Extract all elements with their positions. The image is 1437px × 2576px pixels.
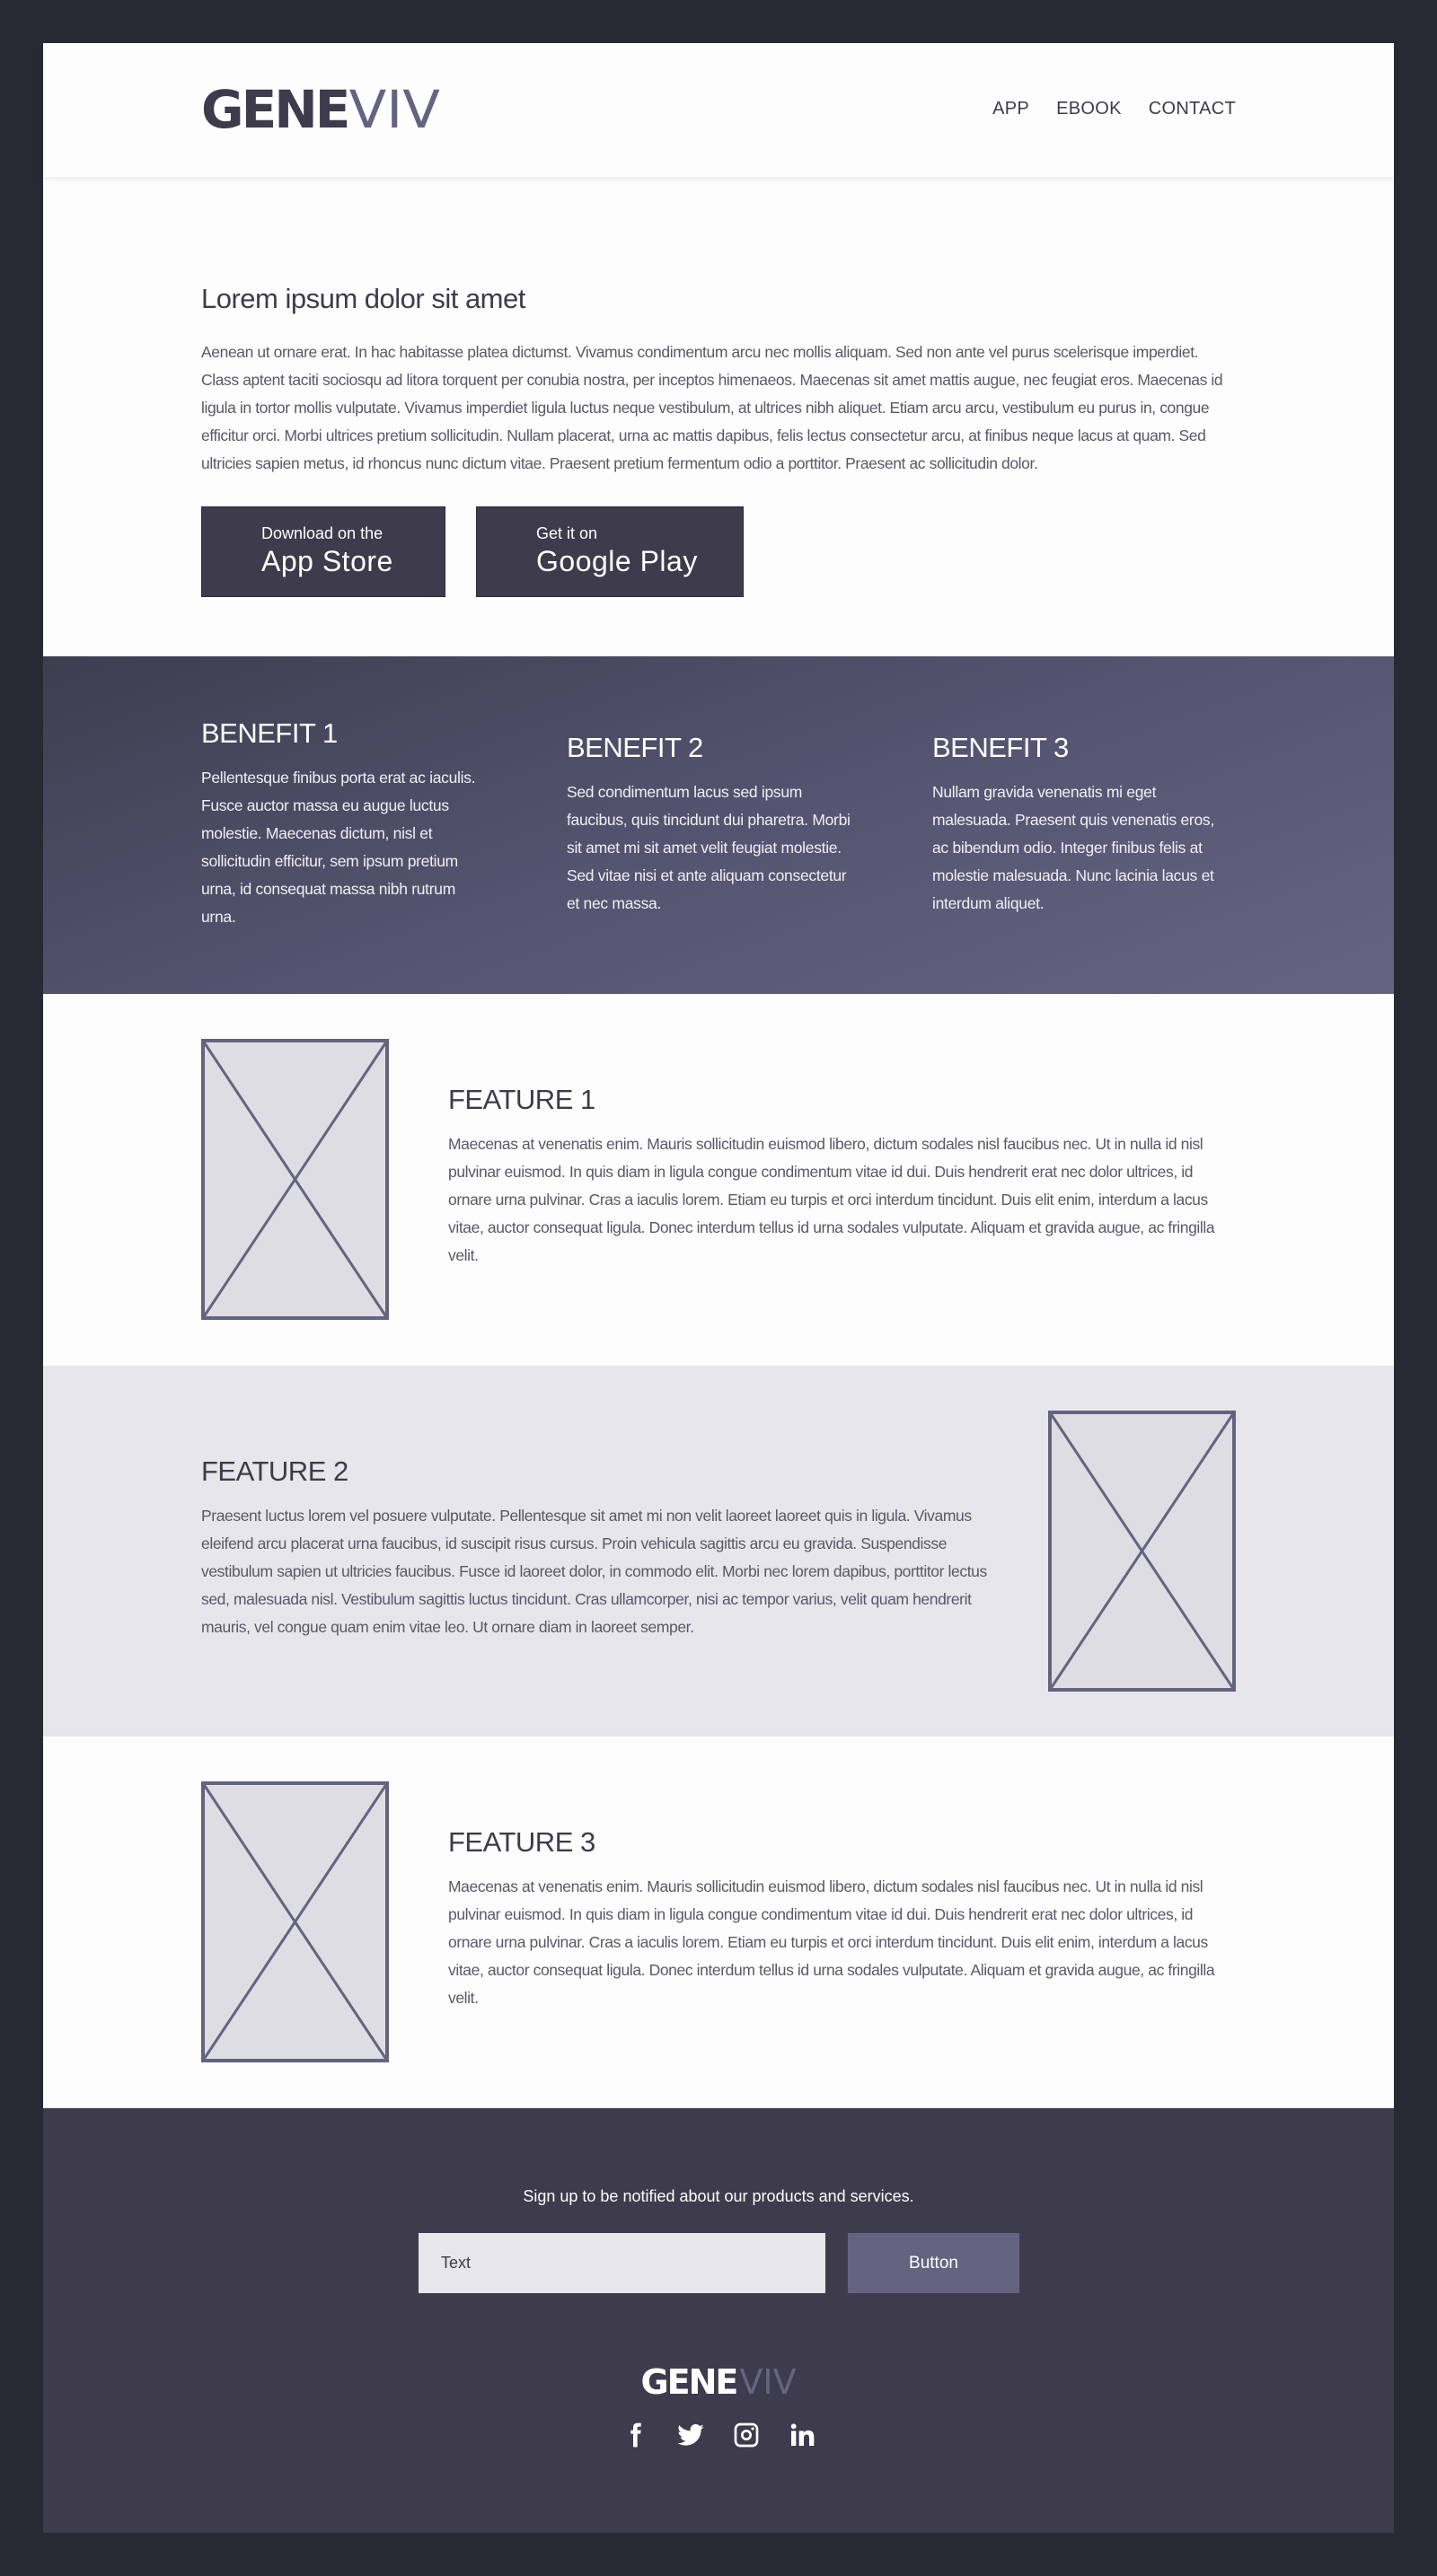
feature-title: FEATURE 2 <box>201 1455 348 1487</box>
feature-body: Praesent luctus lorem vel posuere vulput… <box>201 1507 987 1636</box>
benefit-3: BENEFIT 3 Nullam gravida venenatis mi eg… <box>932 732 1220 918</box>
app-store-small-label: Download on the <box>261 524 383 542</box>
logo-part-gene: GENE <box>201 79 350 140</box>
logo-part-gene: GENE <box>640 2362 738 2402</box>
image-placeholder-icon <box>201 1039 389 1320</box>
feature-text: FEATURE 3 Maecenas at venenatis enim. Ma… <box>448 1826 1239 2012</box>
benefit-body: Nullam gravida venenatis mi eget malesua… <box>932 783 1214 912</box>
google-play-button[interactable]: Get it on Google Play <box>476 506 744 597</box>
feature-title: FEATURE 1 <box>448 1084 595 1115</box>
instagram-icon[interactable] <box>732 2420 761 2450</box>
twitter-icon[interactable] <box>676 2420 705 2450</box>
benefit-title: BENEFIT 1 <box>201 717 338 749</box>
benefit-2: BENEFIT 2 Sed condimentum lacus sed ipsu… <box>567 732 854 918</box>
nav-ebook[interactable]: EBOOK <box>1056 99 1122 119</box>
benefit-body: Sed condimentum lacus sed ipsum faucibus… <box>567 783 851 912</box>
social-links <box>43 2420 1394 2450</box>
site-footer: Sign up to be notified about our product… <box>43 2108 1394 2533</box>
hero-title: Lorem ipsum dolor sit amet <box>201 283 525 314</box>
google-play-big-label: Google Play <box>536 545 698 577</box>
app-store-big-label: App Store <box>261 545 393 577</box>
signup-button[interactable]: Button <box>848 2233 1019 2293</box>
benefit-title: BENEFIT 3 <box>932 732 1069 763</box>
logo-part-viv: VIV <box>348 79 441 140</box>
signup-text: Sign up to be notified about our product… <box>523 2187 914 2205</box>
hero-section: Lorem ipsum dolor sit amet Aenean ut orn… <box>43 177 1394 656</box>
benefit-body: Pellentesque finibus porta erat ac iacul… <box>201 769 476 926</box>
facebook-icon[interactable] <box>621 2420 649 2450</box>
app-store-button[interactable]: Download on the App Store <box>201 506 445 597</box>
feature-1-section: FEATURE 1 Maecenas at venenatis enim. Ma… <box>43 994 1394 1366</box>
feature-3-section: FEATURE 3 Maecenas at venenatis enim. Ma… <box>43 1736 1394 2108</box>
feature-title: FEATURE 3 <box>448 1826 595 1858</box>
logo[interactable]: GENE VIV <box>201 79 441 140</box>
benefit-1: BENEFIT 1 Pellentesque finibus porta era… <box>201 717 489 931</box>
feature-text: FEATURE 2 Praesent luctus lorem vel posu… <box>201 1455 992 1641</box>
feature-body: Maecenas at venenatis enim. Mauris solli… <box>448 1877 1215 2007</box>
main-nav: APP EBOOK CONTACT <box>992 99 1236 119</box>
page: GENE VIV APP EBOOK CONTACT Lorem ipsum d… <box>43 43 1394 2533</box>
image-placeholder-icon <box>1048 1411 1236 1692</box>
signup-input[interactable] <box>419 2233 825 2293</box>
logo-part-viv: VIV <box>739 2362 797 2402</box>
footer-logo[interactable]: GENE VIV <box>43 2365 1394 2399</box>
hero-body: Aenean ut ornare erat. In hac habitasse … <box>201 343 1223 472</box>
image-placeholder-icon <box>201 1781 389 2062</box>
linkedin-icon[interactable] <box>788 2420 816 2450</box>
site-header: GENE VIV APP EBOOK CONTACT <box>43 43 1394 177</box>
feature-body: Maecenas at venenatis enim. Mauris solli… <box>448 1135 1215 1264</box>
feature-2-section: FEATURE 2 Praesent luctus lorem vel posu… <box>43 1366 1394 1736</box>
benefit-title: BENEFIT 2 <box>567 732 703 763</box>
google-play-small-label: Get it on <box>536 524 598 542</box>
nav-contact[interactable]: CONTACT <box>1149 99 1236 119</box>
feature-text: FEATURE 1 Maecenas at venenatis enim. Ma… <box>448 1084 1239 1270</box>
nav-app[interactable]: APP <box>992 99 1029 119</box>
benefits-section: BENEFIT 1 Pellentesque finibus porta era… <box>43 656 1394 994</box>
